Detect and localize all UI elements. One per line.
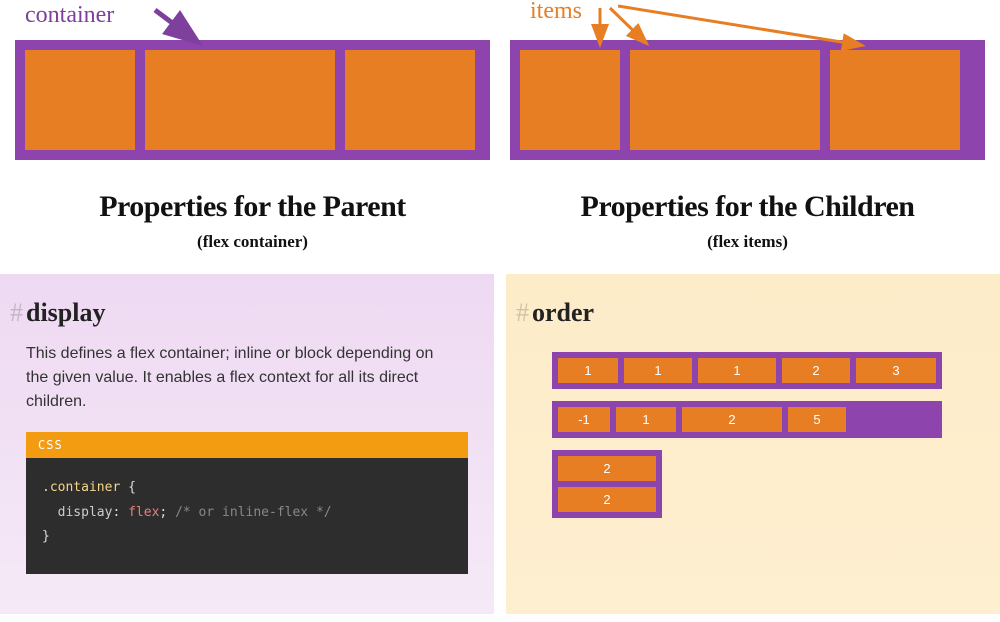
parent-heading: Properties for the Parent: [15, 190, 490, 224]
display-description: This defines a flex container; inline or…: [26, 342, 446, 414]
items-diagram: items Properties for the Children (flex …: [510, 0, 985, 274]
code-example: CSS .container { display: flex; /* or in…: [26, 432, 468, 574]
code-body: .container { display: flex; /* or inline…: [26, 458, 468, 574]
display-title: display: [26, 298, 468, 328]
order-cell: 2: [782, 358, 850, 383]
flex-item: [520, 50, 620, 150]
order-cell: 2: [682, 407, 782, 432]
flex-items-visual: [510, 40, 985, 160]
display-section: display This defines a flex container; i…: [0, 274, 494, 614]
children-subheading: (flex items): [510, 232, 985, 252]
order-cell: -1: [558, 407, 610, 432]
order-cell: 2: [558, 456, 656, 481]
flex-item: [25, 50, 135, 150]
order-cell: 1: [558, 358, 618, 383]
flex-item: [830, 50, 960, 150]
order-row: -1 1 2 5: [552, 401, 942, 438]
container-diagram: container Properties for the Parent (fle…: [15, 0, 490, 274]
code-language-badge: CSS: [26, 432, 468, 458]
order-cell: 1: [698, 358, 776, 383]
order-cell-empty: [852, 407, 936, 432]
order-cell: 2: [558, 487, 656, 512]
flex-item: [630, 50, 820, 150]
parent-subheading: (flex container): [15, 232, 490, 252]
order-diagram: 1 1 1 2 3 -1 1 2 5 2 2: [532, 352, 974, 518]
order-section: order 1 1 1 2 3 -1 1 2 5 2 2: [506, 274, 1000, 614]
flex-item: [145, 50, 335, 150]
container-label: container: [25, 2, 114, 29]
order-row: 1 1 1 2 3: [552, 352, 942, 389]
flex-item: [345, 50, 475, 150]
children-heading: Properties for the Children: [510, 190, 985, 224]
order-row: 2 2: [552, 450, 662, 518]
flex-container-visual: [15, 40, 490, 160]
order-title: order: [532, 298, 974, 328]
order-cell: 1: [624, 358, 692, 383]
order-cell: 1: [616, 407, 676, 432]
items-label: items: [530, 0, 582, 25]
order-cell: 3: [856, 358, 936, 383]
order-cell: 5: [788, 407, 846, 432]
